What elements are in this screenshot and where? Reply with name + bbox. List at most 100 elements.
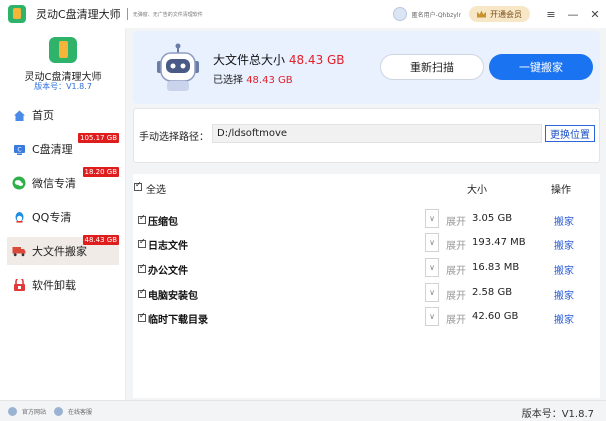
vip-button[interactable]: 开通会员 xyxy=(469,6,530,22)
crown-icon xyxy=(477,10,486,18)
row-size: 42.60 GB xyxy=(472,311,519,322)
website-link[interactable]: 官方网站 xyxy=(8,406,47,416)
rescan-button[interactable]: 重新扫描 xyxy=(380,54,484,80)
chevron-down-icon[interactable]: ∨ xyxy=(425,258,439,277)
size-badge: 105.17 GB xyxy=(78,133,119,143)
size-badge: 48.43 GB xyxy=(82,235,119,245)
service-label: 在线客服 xyxy=(68,408,93,416)
footer-version: 版本号：V1.8.7 xyxy=(521,409,594,420)
sidebar-item-qq[interactable]: QQ专清 xyxy=(7,203,119,231)
table-row: 办公文件 ∨ 展开 16.83 MB 搬家 xyxy=(133,256,600,280)
vip-label: 开通会员 xyxy=(490,9,522,19)
chevron-down-icon[interactable]: ∨ xyxy=(425,233,439,252)
file-category-table: 全选 大小 操作 压缩包 ∨ 展开 3.05 GB 搬家 日志文件 ∨ 展开 1… xyxy=(133,174,600,398)
selected-size-line: 已选择 48.43 GB xyxy=(213,71,293,86)
window-title: 灵动C盘清理大师 xyxy=(36,8,121,21)
column-header-size: 大小 xyxy=(467,185,487,196)
scrollbar[interactable] xyxy=(595,174,600,398)
sidebar-item-large-file-move[interactable]: 大文件搬家 48.43 GB xyxy=(7,235,119,265)
drive-c-icon: C xyxy=(12,142,26,156)
row-name: 办公文件 xyxy=(148,266,188,277)
row-size: 2.58 GB xyxy=(472,287,513,298)
row-size: 16.83 MB xyxy=(472,262,520,273)
app-logo-icon xyxy=(49,37,77,63)
truck-icon xyxy=(12,244,26,258)
selected-size-value: 48.43 GB xyxy=(246,75,293,86)
avatar[interactable] xyxy=(392,7,407,21)
row-name: 电脑安装包 xyxy=(148,291,198,302)
path-input[interactable]: D:/ldsoftmove xyxy=(212,124,542,143)
robot-icon xyxy=(157,43,199,91)
sidebar-item-c-clean[interactable]: C C盘清理 105.17 GB xyxy=(7,133,119,163)
total-size-value: 48.43 GB xyxy=(288,53,345,67)
table-row: 压缩包 ∨ 展开 3.05 GB 搬家 xyxy=(133,207,600,231)
minimize-icon[interactable]: — xyxy=(562,0,584,28)
move-link[interactable]: 搬家 xyxy=(554,287,574,302)
row-checkbox[interactable] xyxy=(138,213,146,224)
sidebar-item-label: QQ专清 xyxy=(32,211,72,224)
move-link[interactable]: 搬家 xyxy=(554,213,574,228)
row-size: 3.05 GB xyxy=(472,213,513,224)
row-size: 193.47 MB xyxy=(472,237,526,248)
chevron-down-icon[interactable]: ∨ xyxy=(425,283,439,302)
sidebar-version: 版本号：V1.8.7 xyxy=(34,82,92,91)
sidebar-item-home[interactable]: 首页 xyxy=(7,101,119,129)
path-label: 手动选择路径： xyxy=(139,132,209,143)
move-link[interactable]: 搬家 xyxy=(554,311,574,326)
svg-text:C: C xyxy=(17,146,21,153)
sidebar-item-label: 微信专清 xyxy=(32,177,76,190)
title-bar: 灵动C盘清理大师 无弹窗、无广告的文件清理软件 匿名用户-Qhbzylr 开通会… xyxy=(0,0,606,28)
sidebar-item-label: 软件卸载 xyxy=(32,279,76,292)
chevron-down-icon[interactable]: ∨ xyxy=(425,209,439,228)
close-icon[interactable]: ✕ xyxy=(584,0,606,28)
app-logo-icon xyxy=(8,5,26,23)
table-row: 临时下载目录 ∨ 展开 42.60 GB 搬家 xyxy=(133,305,600,329)
row-checkbox[interactable] xyxy=(138,237,146,248)
table-row: 电脑安装包 ∨ 展开 2.58 GB 搬家 xyxy=(133,281,600,305)
total-size-label: 大文件总大小 xyxy=(213,53,286,67)
path-panel: 手动选择路径： D:/ldsoftmove 更换位置 xyxy=(133,108,600,163)
sidebar-item-wechat[interactable]: 微信专清 18.20 GB xyxy=(7,167,119,197)
move-link[interactable]: 搬家 xyxy=(554,237,574,252)
total-size-line: 大文件总大小 48.43 GB xyxy=(213,51,345,68)
expand-link[interactable]: 展开 xyxy=(446,237,466,252)
sidebar-item-label: 大文件搬家 xyxy=(32,245,87,258)
chevron-down-icon[interactable]: ∨ xyxy=(425,307,439,326)
row-name: 压缩包 xyxy=(148,217,178,228)
selected-size-label: 已选择 xyxy=(213,75,243,86)
wechat-icon xyxy=(12,176,26,190)
headset-icon xyxy=(54,406,64,416)
footer: 官方网站 在线客服 版本号：V1.8.7 xyxy=(0,400,606,421)
select-all-checkbox[interactable] xyxy=(134,180,142,191)
user-name[interactable]: 匿名用户-Qhbzylr xyxy=(412,10,461,19)
summary-panel: 大文件总大小 48.43 GB 已选择 48.43 GB 重新扫描 一键搬家 xyxy=(133,31,600,104)
row-name: 日志文件 xyxy=(148,241,188,252)
globe-icon xyxy=(8,406,17,416)
window-subtitle: 无弹窗、无广告的文件清理软件 xyxy=(132,11,203,18)
sidebar-item-uninstall[interactable]: 软件卸载 xyxy=(7,271,119,299)
column-header-action: 操作 xyxy=(551,185,571,196)
expand-link[interactable]: 展开 xyxy=(446,262,466,277)
row-checkbox[interactable] xyxy=(138,287,146,298)
change-location-button[interactable]: 更换位置 xyxy=(545,125,595,142)
sidebar-item-label: C盘清理 xyxy=(32,143,73,156)
move-all-button[interactable]: 一键搬家 xyxy=(489,54,593,80)
expand-link[interactable]: 展开 xyxy=(446,213,466,228)
customer-service-link[interactable]: 在线客服 xyxy=(54,406,93,416)
title-divider xyxy=(126,8,128,20)
move-link[interactable]: 搬家 xyxy=(554,262,574,277)
size-badge: 18.20 GB xyxy=(82,167,119,177)
select-all-label[interactable]: 全选 xyxy=(146,181,166,196)
home-icon xyxy=(12,108,26,122)
sidebar-item-label: 首页 xyxy=(32,109,54,122)
uninstall-icon xyxy=(12,278,26,292)
menu-icon[interactable]: ≡ xyxy=(540,0,562,28)
website-label: 官方网站 xyxy=(22,408,47,416)
row-checkbox[interactable] xyxy=(138,311,146,322)
expand-link[interactable]: 展开 xyxy=(446,311,466,326)
expand-link[interactable]: 展开 xyxy=(446,287,466,302)
sidebar: 灵动C盘清理大师 版本号：V1.8.7 首页 C C盘清理 105.17 GB … xyxy=(0,28,126,400)
row-checkbox[interactable] xyxy=(138,262,146,273)
qq-icon xyxy=(12,210,26,224)
table-row: 日志文件 ∨ 展开 193.47 MB 搬家 xyxy=(133,231,600,255)
